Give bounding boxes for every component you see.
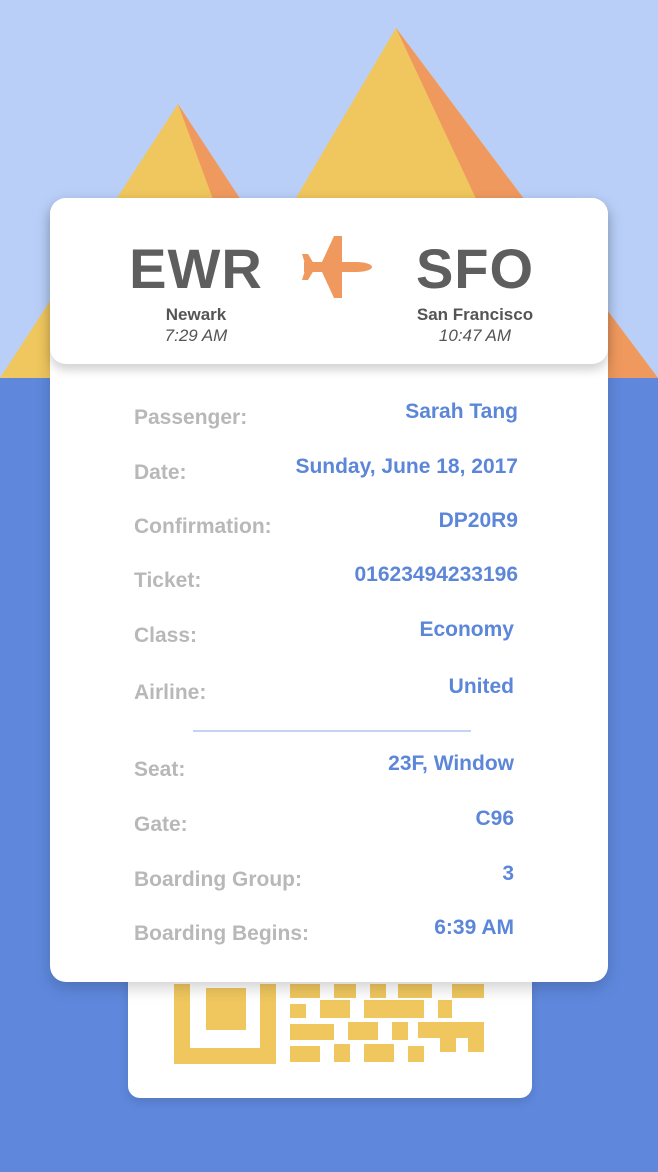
detail-row-date: Date: Sunday, June 18, 2017 [134, 455, 518, 485]
detail-label: Boarding Begins: [134, 922, 310, 945]
detail-label: Airline: [134, 681, 207, 704]
detail-value: 23F, Window [388, 752, 514, 775]
detail-value: Sunday, June 18, 2017 [295, 455, 518, 478]
detail-value: Economy [419, 618, 514, 641]
boarding-row-gate: Gate: C96 [134, 807, 518, 837]
destination-city: San Francisco [416, 305, 534, 324]
detail-label: Class: [134, 624, 198, 647]
detail-row-ticket: Ticket: 01623494233196 [134, 563, 518, 593]
origin-code: EWR [129, 237, 263, 300]
boarding-row-seat: Seat: 23F, Window [134, 752, 518, 782]
detail-value: 01623494233196 [354, 563, 518, 586]
detail-label: Gate: [134, 813, 188, 836]
departure-time: 7:29 AM [164, 326, 228, 345]
detail-label: Boarding Group: [134, 868, 302, 891]
detail-label: Seat: [134, 758, 186, 781]
boarding-row-begins: Boarding Begins: 6:39 AM [134, 916, 518, 946]
detail-value: United [448, 675, 514, 698]
route-header: EWR Newark 7:29 AM SFO San Francisco 10:… [50, 198, 608, 364]
boarding-pass-card: EWR Newark 7:29 AM SFO San Francisco 10:… [50, 198, 608, 982]
detail-row-class: Class: Economy [134, 618, 518, 648]
arrival-time: 10:47 AM [438, 326, 512, 345]
detail-value: 6:39 AM [434, 916, 514, 939]
detail-label: Passenger: [134, 406, 248, 429]
airplane-icon [302, 236, 372, 298]
detail-label: Confirmation: [134, 515, 272, 538]
detail-value: 3 [502, 862, 514, 885]
section-divider [193, 730, 471, 732]
detail-row-airline: Airline: United [134, 675, 518, 705]
detail-row-confirmation: Confirmation: DP20R9 [134, 509, 518, 539]
detail-row-passenger: Passenger: Sarah Tang [134, 400, 518, 430]
detail-value: Sarah Tang [405, 400, 518, 423]
detail-value: C96 [475, 807, 514, 830]
origin-city: Newark [165, 305, 227, 324]
detail-label: Date: [134, 461, 187, 484]
boarding-row-group: Boarding Group: 3 [134, 862, 518, 892]
destination-code: SFO [415, 237, 535, 300]
detail-label: Ticket: [134, 569, 202, 592]
detail-value: DP20R9 [438, 509, 518, 532]
